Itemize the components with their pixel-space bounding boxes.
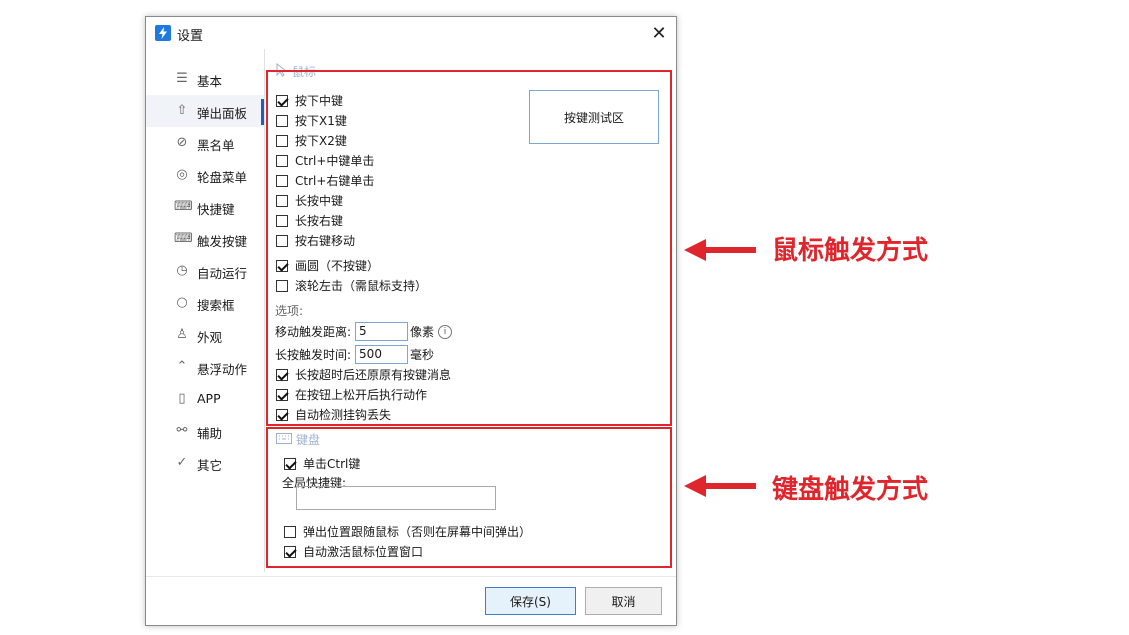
arrow-left-icon xyxy=(684,239,756,261)
sidebar-item-other[interactable]: ✓ 其它 xyxy=(146,447,264,479)
sidebar: ☰ 基本 ⇧ 弹出面板 ⊘ 黑名单 ◎ 轮盘菜单 ⌨ 快捷键 ⌨ 触发按键 ◷ … xyxy=(146,63,264,479)
sidebar-item-label: 自动运行 xyxy=(197,266,248,281)
sidebar-item-trigger-keys[interactable]: ⌨ 触发按键 xyxy=(146,223,264,255)
lightning-app-icon xyxy=(155,25,171,41)
window-title: 设置 xyxy=(177,29,204,44)
sidebar-item-blacklist[interactable]: ⊘ 黑名单 xyxy=(146,127,264,159)
arrow-left-icon xyxy=(684,475,756,497)
keyboard-icon: ⌨ xyxy=(174,231,193,246)
bike-icon: ⚯ xyxy=(176,423,188,438)
keyboard-icon: ⌨ xyxy=(174,199,193,214)
mouse-section-highlight xyxy=(266,70,672,426)
close-button[interactable]: ✕ xyxy=(642,17,676,49)
hover-icon: ⌃ xyxy=(176,359,188,374)
ban-icon: ⊘ xyxy=(176,135,188,150)
popup-panel-icon: ⇧ xyxy=(176,103,188,118)
sidebar-item-popup-panel[interactable]: ⇧ 弹出面板 xyxy=(146,95,264,127)
sidebar-item-hover-action[interactable]: ⌃ 悬浮动作 xyxy=(146,351,264,383)
sidebar-item-label: 其它 xyxy=(197,458,223,473)
save-button[interactable]: 保存(S) xyxy=(485,587,576,615)
keyboard-section-highlight xyxy=(266,427,672,568)
keyboard-trigger-annotation: 键盘触发方式 xyxy=(772,475,929,505)
sidebar-item-label: 黑名单 xyxy=(197,138,235,153)
cancel-button[interactable]: 取消 xyxy=(585,587,662,615)
search-icon: ○ xyxy=(176,295,188,310)
title-bar: 设置 ✕ xyxy=(146,17,676,49)
sidebar-item-autorun[interactable]: ◷ 自动运行 xyxy=(146,255,264,287)
sidebar-item-label: 辅助 xyxy=(197,426,223,441)
sidebar-item-wheel-menu[interactable]: ◎ 轮盘菜单 xyxy=(146,159,264,191)
sidebar-item-label: 搜索框 xyxy=(197,298,235,313)
clock-icon: ◷ xyxy=(176,263,188,278)
shirt-icon: ♙ xyxy=(176,327,188,342)
sidebar-item-label: 外观 xyxy=(197,330,223,345)
sidebar-item-appearance[interactable]: ♙ 外观 xyxy=(146,319,264,351)
sidebar-item-assist[interactable]: ⚯ 辅助 xyxy=(146,415,264,447)
sidebar-item-hotkeys[interactable]: ⌨ 快捷键 xyxy=(146,191,264,223)
sidebar-item-label: 基本 xyxy=(197,74,223,89)
sidebar-item-app[interactable]: ▯ APP xyxy=(146,383,264,415)
sidebar-item-label: 触发按键 xyxy=(197,234,248,249)
sidebar-divider xyxy=(264,49,265,572)
phone-icon: ▯ xyxy=(178,391,186,406)
sliders-icon: ☰ xyxy=(176,71,188,86)
sidebar-item-label: 轮盘菜单 xyxy=(197,170,248,185)
sidebar-item-basic[interactable]: ☰ 基本 xyxy=(146,63,264,95)
sidebar-item-label: 弹出面板 xyxy=(197,106,248,121)
sidebar-item-label: 悬浮动作 xyxy=(197,362,248,377)
sidebar-item-label: APP xyxy=(197,391,221,406)
sidebar-item-label: 快捷键 xyxy=(197,202,235,217)
mouse-trigger-annotation: 鼠标触发方式 xyxy=(772,236,929,266)
sidebar-item-search-box[interactable]: ○ 搜索框 xyxy=(146,287,264,319)
wheel-icon: ◎ xyxy=(176,167,188,182)
check-icon: ✓ xyxy=(176,455,188,470)
footer-divider xyxy=(146,576,676,577)
